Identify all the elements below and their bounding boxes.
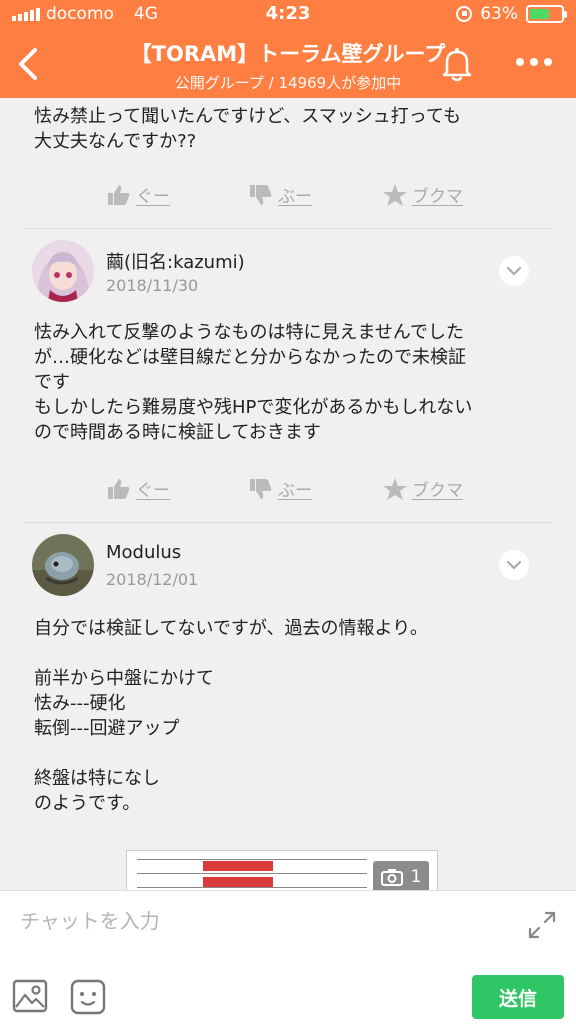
username[interactable]: Modulus bbox=[106, 542, 181, 563]
send-button[interactable]: 送信 bbox=[472, 975, 564, 1019]
boo-button[interactable]: ぶー bbox=[248, 476, 312, 501]
boo-label: ぶー bbox=[278, 481, 312, 501]
reaction-bar: ぐー ぶー ブクマ bbox=[0, 182, 576, 212]
status-bar: docomo 4G 4:23 63% bbox=[0, 0, 576, 30]
chat-input[interactable] bbox=[20, 901, 500, 941]
thumbs-up-icon bbox=[108, 184, 130, 205]
boo-button[interactable]: ぶー bbox=[248, 182, 312, 207]
expand-input-button[interactable] bbox=[526, 909, 558, 941]
thumbs-down-icon bbox=[250, 478, 272, 499]
message-list[interactable]: 怯み禁止って聞いたんですけど、スマッシュ打っても 大丈夫なんですか?? ぐー ぶ… bbox=[0, 98, 576, 890]
photo-count-badge: 1 bbox=[373, 861, 429, 890]
stamp-picker-button[interactable] bbox=[70, 979, 106, 1015]
message-menu-button[interactable] bbox=[499, 256, 529, 286]
message-text: 怯み入れて反撃のようなものは特に見えませんでした が…硬化などは壁目線だと分から… bbox=[34, 322, 473, 443]
user-avatar-image bbox=[32, 240, 94, 302]
good-button[interactable]: ぐー bbox=[106, 476, 170, 501]
good-label: ぐー bbox=[136, 481, 170, 501]
app-header: docomo 4G 4:23 63% 【TORAM】トーラム壁グループ 公開グル… bbox=[0, 0, 576, 98]
thumbs-down-icon bbox=[250, 184, 272, 205]
image-picker-button[interactable] bbox=[12, 979, 48, 1013]
bookmark-label: ブクマ bbox=[412, 187, 463, 207]
back-button[interactable] bbox=[10, 44, 46, 84]
bookmark-button[interactable]: ブクマ bbox=[382, 476, 463, 501]
more-dot-icon bbox=[516, 58, 524, 66]
battery-percent: 63% bbox=[480, 4, 518, 24]
chevron-down-icon bbox=[506, 560, 522, 570]
image-attachment[interactable]: 1 bbox=[126, 850, 438, 890]
battery-icon bbox=[526, 5, 567, 23]
chevron-down-icon bbox=[506, 266, 522, 276]
photo-count: 1 bbox=[410, 867, 422, 887]
bookmark-button[interactable]: ブクマ bbox=[382, 182, 463, 207]
chevron-left-icon bbox=[19, 48, 37, 80]
username[interactable]: 繭(旧名:kazumi) bbox=[106, 248, 245, 274]
user-avatar-image bbox=[32, 534, 94, 596]
more-dot-icon bbox=[544, 58, 552, 66]
more-dot-icon bbox=[530, 58, 538, 66]
message-date: 2018/11/30 bbox=[106, 276, 199, 295]
divider bbox=[24, 228, 552, 229]
message-date: 2018/12/01 bbox=[106, 570, 199, 589]
chat-input-bar: 送信 bbox=[0, 890, 576, 1024]
emoji-icon bbox=[70, 979, 106, 1015]
reaction-bar: ぐー ぶー ブクマ bbox=[0, 476, 576, 506]
avatar[interactable] bbox=[32, 534, 94, 596]
message-menu-button[interactable] bbox=[499, 550, 529, 580]
good-button[interactable]: ぐー bbox=[106, 182, 170, 207]
rotation-lock-icon bbox=[456, 6, 473, 22]
more-options-button[interactable] bbox=[512, 52, 556, 72]
star-icon bbox=[383, 183, 407, 206]
image-icon bbox=[12, 979, 48, 1013]
message-text: 自分では検証してないですが、過去の情報より。 前半から中盤にかけて 怯み---硬… bbox=[34, 618, 428, 814]
avatar[interactable] bbox=[32, 240, 94, 302]
thumbs-up-icon bbox=[108, 478, 130, 499]
star-icon bbox=[383, 477, 407, 500]
divider bbox=[24, 522, 552, 523]
good-label: ぐー bbox=[136, 187, 170, 207]
camera-icon bbox=[380, 869, 403, 886]
message-text: 怯み禁止って聞いたんですけど、スマッシュ打っても 大丈夫なんですか?? bbox=[34, 106, 461, 152]
notification-button[interactable] bbox=[437, 44, 477, 84]
expand-icon bbox=[528, 911, 556, 939]
bell-icon bbox=[442, 48, 472, 82]
boo-label: ぶー bbox=[278, 187, 312, 207]
bookmark-label: ブクマ bbox=[412, 481, 463, 501]
